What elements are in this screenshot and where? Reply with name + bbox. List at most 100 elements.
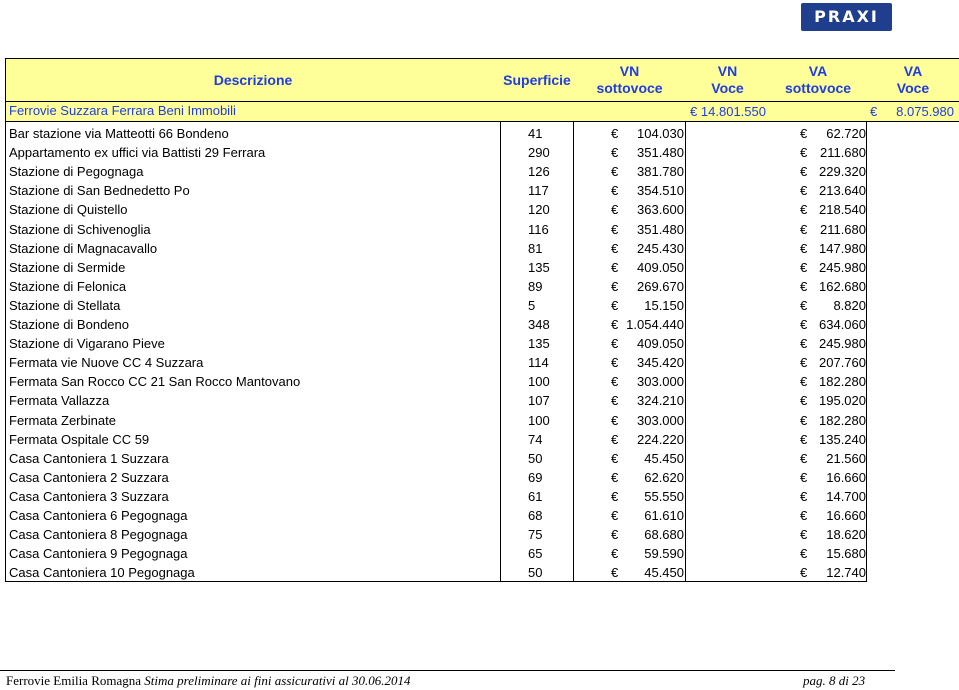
row-superficie: 75 bbox=[528, 527, 543, 543]
table-row: Casa Cantoniera 3 Suzzara 61 €55.550 €14.70… bbox=[0, 487, 959, 506]
row-vn-sottovoce: 381.780 bbox=[637, 164, 684, 180]
footer-rule bbox=[0, 670, 895, 671]
table-row: Stazione di Schivenoglia 116 €351.480 €211.… bbox=[0, 220, 959, 239]
row-description: Casa Cantoniera 2 Suzzara bbox=[9, 469, 169, 485]
footer-page: pag. 8 di 23 bbox=[803, 673, 866, 688]
row-vn-sottovoce: 59.590 bbox=[644, 546, 684, 562]
header-va-sottovoce: VA sottovoce bbox=[784, 63, 852, 96]
row-superficie: 61 bbox=[528, 488, 543, 504]
group-vn-voce: 14.801.550 bbox=[700, 104, 766, 119]
table-row: Stazione di Quistello 120 €363.600 €218.540 bbox=[0, 200, 959, 219]
row-description: Appartamento ex uffici via Battisti 29 F… bbox=[9, 145, 266, 161]
row-va-sottovoce: 21.560 bbox=[826, 450, 866, 466]
row-vn-sottovoce: 409.050 bbox=[637, 336, 684, 352]
row-va-sottovoce: 195.020 bbox=[819, 393, 866, 409]
table-row: Stazione di Felonica 89 €269.670 €162.680 bbox=[0, 277, 959, 296]
table-row: Casa Cantoniera 10 Pegognaga 50 €45.450 €12… bbox=[0, 563, 959, 582]
row-description: Fermata Ospitale CC 59 bbox=[9, 431, 150, 447]
row-superficie: 135 bbox=[528, 259, 550, 275]
row-description: Casa Cantoniera 10 Pegognaga bbox=[9, 565, 195, 581]
header-vn-sottovoce: VN sottovoce bbox=[596, 63, 663, 96]
footer-org: Ferrovie Emilia Romagna bbox=[6, 673, 142, 688]
row-superficie: 348 bbox=[528, 317, 550, 332]
row-va-sottovoce: 245.980 bbox=[819, 336, 866, 352]
row-description: Casa Cantoniera 6 Pegognaga bbox=[9, 508, 188, 523]
row-va-sottovoce: 8.820 bbox=[833, 297, 866, 313]
group-va-voce: 8.075.980 bbox=[896, 104, 954, 119]
row-vn-sottovoce: 409.050 bbox=[637, 259, 684, 275]
row-superficie: 89 bbox=[528, 278, 543, 294]
row-va-sottovoce: 207.760 bbox=[819, 355, 866, 371]
row-description: Fermata vie Nuove CC 4 Suzzara bbox=[9, 355, 204, 371]
row-va-sottovoce: 147.980 bbox=[819, 240, 866, 256]
row-va-sottovoce: 213.640 bbox=[819, 183, 866, 199]
table-row: Casa Cantoniera 1 Suzzara 50 €45.450 €21.56… bbox=[0, 449, 959, 468]
row-vn-sottovoce: 363.600 bbox=[637, 202, 684, 218]
row-description: Stazione di San Bednedetto Po bbox=[9, 183, 190, 199]
row-va-sottovoce: 15.680 bbox=[826, 546, 866, 562]
table-row: Stazione di Stellata 5 €15.150 €8.820 bbox=[0, 296, 959, 315]
row-superficie: 5 bbox=[528, 297, 536, 313]
row-superficie: 135 bbox=[528, 336, 550, 352]
row-superficie: 114 bbox=[528, 355, 549, 371]
row-description: Stazione di Schivenoglia bbox=[9, 221, 151, 237]
footer-subtitle: Stima preliminare ai fini assicurativi a… bbox=[144, 673, 411, 688]
table-row: Casa Cantoniera 6 Pegognaga 68 €61.610 €16.… bbox=[0, 506, 959, 525]
row-description: Bar stazione via Matteotti 66 Bondeno bbox=[9, 126, 229, 141]
row-va-sottovoce: 18.620 bbox=[826, 527, 866, 543]
row-vn-sottovoce: 1.054.440 bbox=[626, 317, 684, 332]
header-vn-voce: VN Voce bbox=[711, 63, 744, 96]
row-va-sottovoce: 182.280 bbox=[819, 412, 866, 428]
table-row: Casa Cantoniera 2 Suzzara 69 €62.620 €16.66… bbox=[0, 468, 959, 487]
row-superficie: 120 bbox=[528, 202, 550, 218]
row-description: Stazione di Sermide bbox=[9, 259, 126, 275]
row-superficie: 68 bbox=[528, 508, 543, 523]
row-va-sottovoce: 229.320 bbox=[819, 164, 866, 180]
row-description: Stazione di Vigarano Pieve bbox=[9, 336, 165, 352]
row-description: Casa Cantoniera 3 Suzzara bbox=[9, 488, 169, 504]
table-row: Stazione di Vigarano Pieve 135 €409.050 €24… bbox=[0, 334, 959, 353]
group-vn-currency: € bbox=[690, 104, 698, 119]
row-vn-sottovoce: 351.480 bbox=[637, 221, 684, 237]
row-vn-sottovoce: 68.680 bbox=[644, 527, 684, 543]
table-row: Stazione di Magnacavallo 81 €245.430 €147.9… bbox=[0, 239, 959, 258]
table-row: Stazione di Sermide 135 €409.050 €245.980 bbox=[0, 258, 959, 277]
group-label: Ferrovie Suzzara Ferrara Beni Immobili bbox=[9, 103, 236, 118]
table-row: Fermata Ospitale CC 59 74 €224.220 €135.240 bbox=[0, 430, 959, 449]
row-superficie: 41 bbox=[528, 126, 543, 141]
row-superficie: 117 bbox=[528, 183, 549, 199]
row-description: Casa Cantoniera 1 Suzzara bbox=[9, 450, 169, 466]
group-va-currency: € bbox=[870, 104, 878, 119]
row-description: Casa Cantoniera 9 Pegognaga bbox=[9, 546, 188, 562]
row-superficie: 69 bbox=[528, 469, 543, 485]
row-description: Fermata Vallazza bbox=[9, 393, 110, 409]
row-va-sottovoce: 218.540 bbox=[819, 202, 866, 218]
row-vn-sottovoce: 345.420 bbox=[637, 355, 684, 371]
row-va-sottovoce: 162.680 bbox=[819, 278, 866, 294]
row-superficie: 65 bbox=[528, 546, 543, 562]
row-vn-sottovoce: 61.610 bbox=[644, 508, 684, 523]
row-vn-sottovoce: 351.480 bbox=[637, 145, 684, 161]
footer-left: Ferrovie Emilia Romagna Stima preliminar… bbox=[6, 673, 411, 689]
table-row: Fermata Vallazza 107 €324.210 €195.020 bbox=[0, 391, 959, 410]
row-superficie: 107 bbox=[528, 393, 550, 409]
row-description: Stazione di Stellata bbox=[9, 297, 121, 313]
row-superficie: 100 bbox=[528, 374, 550, 390]
row-description: Casa Cantoniera 8 Pegognaga bbox=[9, 527, 188, 543]
table-row: Fermata vie Nuove CC 4 Suzzara 114 €345.42… bbox=[0, 353, 959, 372]
row-va-sottovoce: 211.680 bbox=[819, 145, 866, 161]
row-description: Stazione di Felonica bbox=[9, 278, 127, 294]
row-vn-sottovoce: 104.030 bbox=[637, 126, 684, 141]
row-va-sottovoce: 634.060 bbox=[819, 317, 866, 332]
row-vn-sottovoce: 324.210 bbox=[637, 393, 684, 409]
row-vn-sottovoce: 269.670 bbox=[637, 278, 684, 294]
row-description: Fermata Zerbinate bbox=[9, 412, 116, 428]
row-superficie: 126 bbox=[528, 164, 550, 180]
row-superficie: 81 bbox=[528, 240, 543, 256]
row-vn-sottovoce: 303.000 bbox=[637, 412, 684, 428]
table-row: Stazione di San Bednedetto Po 117 €354.510… bbox=[0, 181, 959, 200]
row-superficie: 100 bbox=[528, 412, 550, 428]
row-superficie: 74 bbox=[528, 431, 543, 447]
row-vn-sottovoce: 45.450 bbox=[644, 450, 684, 466]
row-vn-sottovoce: 45.450 bbox=[644, 565, 684, 581]
